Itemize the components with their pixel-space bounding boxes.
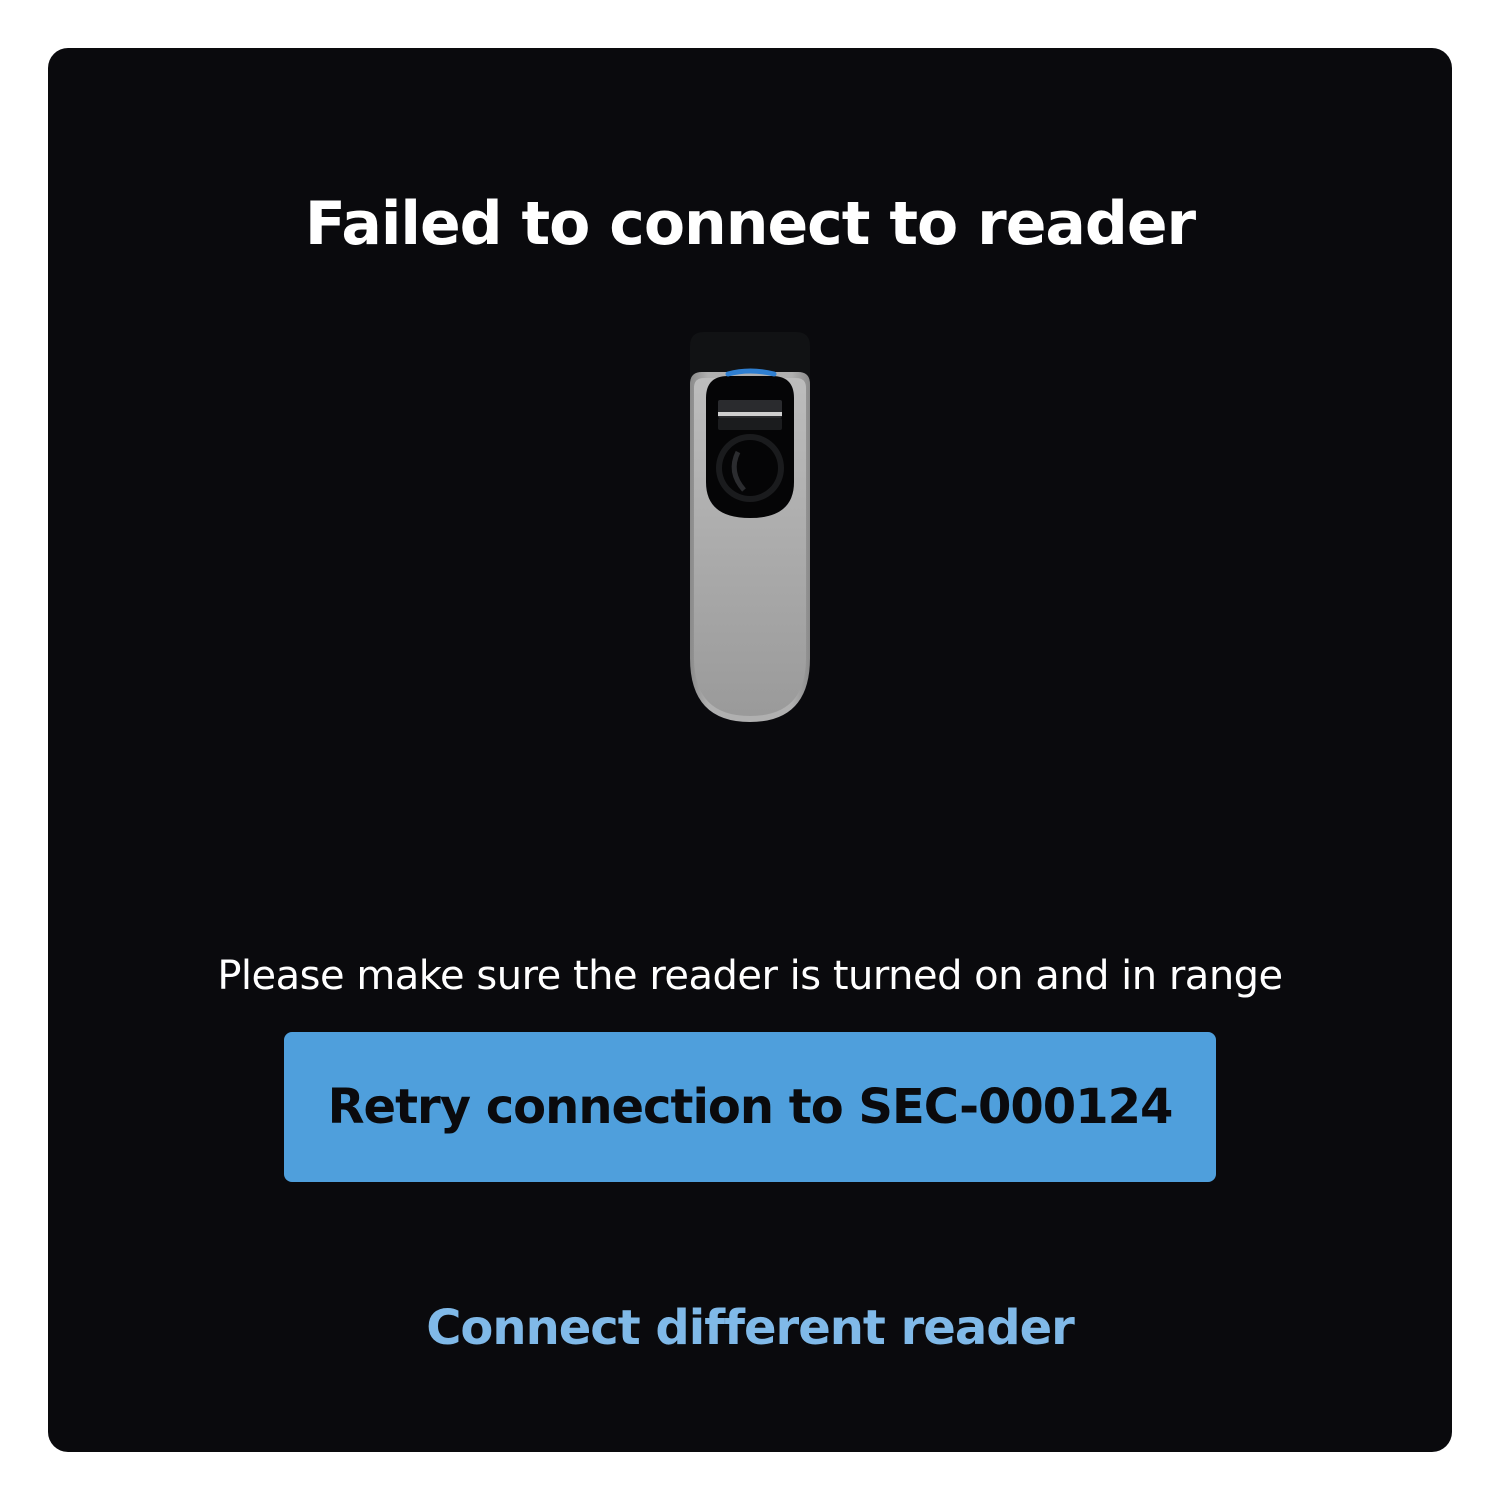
error-message: Please make sure the reader is turned on… — [217, 953, 1283, 999]
card-reader-icon — [688, 332, 812, 722]
connection-error-dialog: Failed to connect to reader Please make … — [48, 48, 1452, 1452]
retry-connection-button[interactable]: Retry connection to SEC-000124 — [284, 1032, 1216, 1182]
connect-different-reader-link[interactable]: Connect different reader — [0, 1296, 1500, 1360]
dialog-title: Failed to connect to reader — [304, 189, 1196, 259]
